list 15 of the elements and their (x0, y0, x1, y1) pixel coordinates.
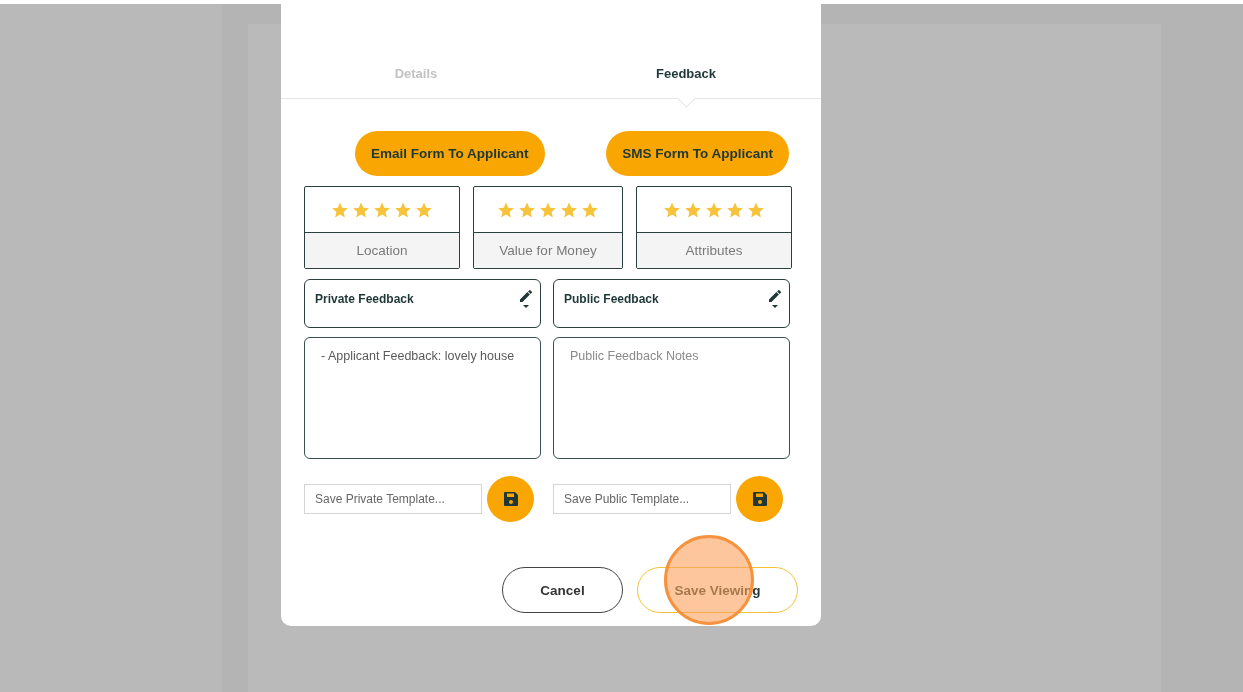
rating-label: Value for Money (474, 233, 622, 268)
feedback-dropdown[interactable]: Public Feedback (553, 279, 790, 328)
save-template-button[interactable] (736, 476, 783, 522)
rating-label: Location (305, 233, 459, 268)
rating-label: Attributes (637, 233, 791, 268)
tab[interactable]: Feedback (551, 60, 821, 98)
save-template-button[interactable] (487, 476, 534, 522)
send-form-button[interactable]: SMS Form To Applicant (606, 131, 789, 176)
cancel-button[interactable]: Cancel (502, 567, 623, 613)
template-name-field[interactable]: Save Public Template... (553, 484, 731, 514)
send-form-button[interactable]: Email Form To Applicant (355, 131, 545, 176)
template-name-field[interactable]: Save Private Template... (304, 484, 482, 514)
feedback-dropdown[interactable]: Private Feedback (304, 279, 541, 328)
notes-field[interactable]: - Applicant Feedback: lovely house (304, 337, 541, 459)
notes-field[interactable]: Public Feedback Notes (553, 337, 790, 459)
